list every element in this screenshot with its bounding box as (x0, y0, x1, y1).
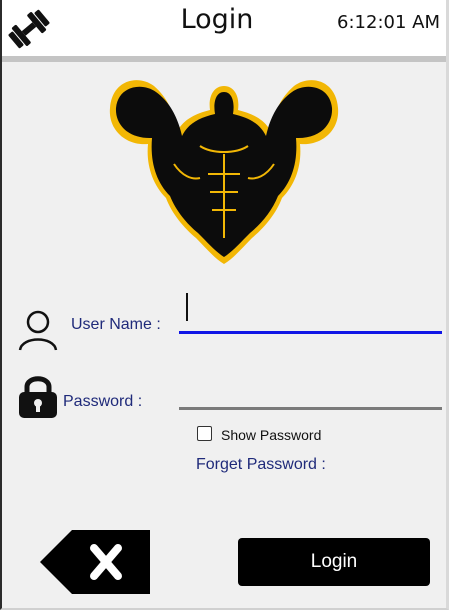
login-button[interactable]: Login (238, 538, 430, 586)
lock-icon (19, 376, 57, 418)
window-title: Login (180, 4, 254, 35)
muscular-bodybuilder-logo (109, 80, 339, 265)
show-password-label[interactable]: Show Password (221, 427, 321, 443)
title-divider (2, 56, 446, 62)
show-password-checkbox[interactable] (197, 426, 212, 441)
back-button[interactable] (38, 530, 152, 594)
clock: 6:12:01 AM (337, 12, 440, 33)
username-input[interactable] (179, 296, 442, 334)
title-bar: Login 6:12:01 AM (2, 0, 446, 56)
user-icon (18, 310, 58, 351)
text-caret (186, 293, 188, 321)
forget-password-link[interactable]: Forget Password : (196, 456, 326, 474)
username-label: User Name : (71, 316, 161, 333)
password-input[interactable] (179, 378, 442, 410)
password-label: Password : (63, 393, 143, 410)
login-window: Login 6:12:01 AM User Name : Password : … (0, 0, 449, 610)
dumbbell-icon (8, 9, 50, 49)
